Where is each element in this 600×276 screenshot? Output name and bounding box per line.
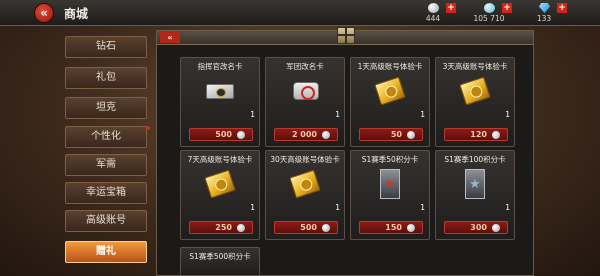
currency-silver: + 444 bbox=[408, 2, 464, 24]
silver-coin-icon bbox=[428, 3, 439, 13]
item-name: 30天高级账号体验卡 bbox=[270, 155, 340, 164]
item-quantity: 1 bbox=[335, 110, 340, 119]
item-price: 250 bbox=[215, 223, 232, 232]
shop-item-card[interactable]: 军团改名卡 1 2 000 bbox=[265, 57, 345, 147]
item-quantity: 1 bbox=[420, 110, 425, 119]
item-price: 120 bbox=[470, 130, 487, 139]
silver-coin-icon bbox=[322, 131, 330, 139]
item-name: 军团改名卡 bbox=[286, 62, 324, 71]
buy-button[interactable]: 300 bbox=[444, 221, 508, 234]
gold-card-icon bbox=[459, 76, 491, 106]
item-quantity: 1 bbox=[505, 110, 510, 119]
shop-item-card[interactable]: 30天高级账号体验卡 1 500 bbox=[265, 150, 345, 240]
sidebar-item-premium[interactable]: 高级账号 bbox=[65, 210, 147, 232]
sidebar-item-personalize[interactable]: 个性化 bbox=[65, 126, 150, 148]
cyan-coin-icon bbox=[484, 3, 495, 13]
diamond-icon bbox=[539, 3, 550, 13]
shop-item-card[interactable]: S1赛季500积分卡 bbox=[180, 247, 260, 275]
sidebar-item-gifting[interactable]: 赠礼 bbox=[65, 241, 147, 263]
rank-badge-blue-icon bbox=[459, 169, 491, 199]
add-cyan-button[interactable]: + bbox=[502, 3, 512, 13]
buy-button[interactable]: 250 bbox=[189, 221, 253, 234]
sidebar-item-label: 个性化 bbox=[91, 131, 121, 142]
back-button[interactable]: « bbox=[34, 3, 54, 23]
shop-item-card[interactable]: S1赛季50积分卡 1 150 bbox=[350, 150, 430, 240]
shop-item-card[interactable]: S1赛季100积分卡 1 300 bbox=[435, 150, 515, 240]
buy-button[interactable]: 50 bbox=[359, 128, 423, 141]
buy-button[interactable]: 500 bbox=[274, 221, 338, 234]
silver-coin-icon bbox=[492, 224, 500, 232]
collapse-button[interactable]: « bbox=[160, 32, 180, 43]
currency-cyan: + 105 710 bbox=[464, 2, 520, 24]
silver-coin-icon bbox=[237, 131, 245, 139]
gold-card-icon bbox=[204, 169, 236, 199]
shop-panel: « 指挥官改名卡 1 500 军团改名卡 1 2 000 1天高级账号体验卡 1… bbox=[156, 27, 534, 276]
silver-coin-icon bbox=[492, 131, 500, 139]
panel-header: « bbox=[157, 27, 533, 45]
shop-item-card[interactable]: 指挥官改名卡 1 500 bbox=[180, 57, 260, 147]
silver-amount: 444 bbox=[425, 14, 441, 23]
item-name: S1赛季100积分卡 bbox=[444, 155, 506, 164]
item-price: 300 bbox=[470, 223, 487, 232]
item-name: S1赛季50积分卡 bbox=[361, 155, 419, 164]
cyan-amount: 105 710 bbox=[473, 14, 505, 23]
sidebar-item-diamond[interactable]: 钻石 bbox=[65, 36, 147, 58]
sidebar-item-supplies[interactable]: 军需 bbox=[65, 154, 147, 176]
sidebar-item-tank[interactable]: 坦克 bbox=[65, 97, 147, 119]
diamond-amount: 133 bbox=[536, 14, 552, 23]
rank-badge-icon bbox=[374, 169, 406, 199]
gold-card-icon bbox=[374, 76, 406, 106]
item-price: 500 bbox=[300, 223, 317, 232]
buy-button[interactable]: 2 000 bbox=[274, 128, 338, 141]
sidebar-item-gift-pack[interactable]: 礼包 bbox=[65, 67, 147, 89]
page-title: 商城 bbox=[64, 7, 89, 21]
item-quantity: 1 bbox=[505, 203, 510, 212]
silver-coin-icon bbox=[407, 131, 415, 139]
item-quantity: 1 bbox=[335, 203, 340, 212]
silver-coin-icon bbox=[407, 224, 415, 232]
silver-coin-icon bbox=[237, 224, 245, 232]
item-price: 50 bbox=[390, 130, 402, 139]
item-name: 3天高级账号体验卡 bbox=[442, 62, 508, 71]
item-name: 7天高级账号体验卡 bbox=[187, 155, 253, 164]
item-name: S1赛季500积分卡 bbox=[189, 252, 251, 261]
shop-item-card[interactable]: 1天高级账号体验卡 1 50 bbox=[350, 57, 430, 147]
back-double-chevron-icon: « bbox=[40, 6, 48, 20]
item-quantity: 1 bbox=[420, 203, 425, 212]
add-silver-button[interactable]: + bbox=[446, 3, 456, 13]
item-quantity: 1 bbox=[250, 110, 255, 119]
gold-card-icon bbox=[289, 169, 321, 199]
item-quantity: 1 bbox=[250, 203, 255, 212]
dog-tag-icon bbox=[289, 76, 321, 106]
shop-item-card[interactable]: 3天高级账号体验卡 1 120 bbox=[435, 57, 515, 147]
gift-icon bbox=[337, 27, 355, 44]
buy-button[interactable]: 120 bbox=[444, 128, 508, 141]
sidebar-item-lucky-box[interactable]: 幸运宝箱 bbox=[65, 182, 147, 204]
buy-button[interactable]: 150 bbox=[359, 221, 423, 234]
item-name: 1天高级账号体验卡 bbox=[357, 62, 423, 71]
item-price: 500 bbox=[215, 130, 232, 139]
item-price: 150 bbox=[385, 223, 402, 232]
notification-dot bbox=[146, 126, 150, 130]
item-price: 2 000 bbox=[291, 130, 317, 139]
add-diamond-button[interactable]: + bbox=[557, 3, 567, 13]
currency-diamond: + 133 bbox=[519, 2, 575, 24]
shop-item-card[interactable]: 7天高级账号体验卡 1 250 bbox=[180, 150, 260, 240]
silver-coin-icon bbox=[322, 224, 330, 232]
item-name: 指挥官改名卡 bbox=[197, 62, 243, 71]
top-bar: « 商城 + 444 + 105 710 + 133 bbox=[0, 0, 600, 26]
silver-voucher-icon bbox=[204, 76, 236, 106]
buy-button[interactable]: 500 bbox=[189, 128, 253, 141]
